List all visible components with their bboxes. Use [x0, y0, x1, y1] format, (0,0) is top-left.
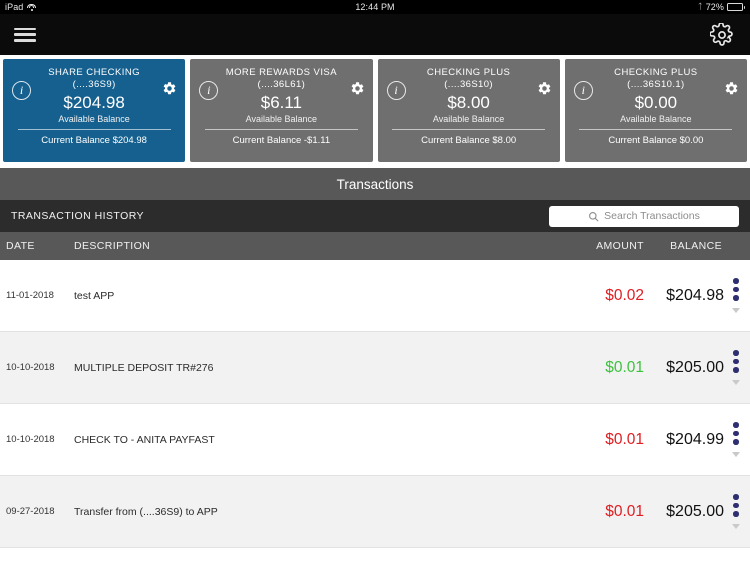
transaction-description: test APP	[74, 289, 115, 302]
table-row[interactable]: 11-01-2018 test APP $0.02 $204.98	[0, 260, 750, 332]
account-card-checking-plus-secondary[interactable]: i CHECKING PLUS (....36S10.1) $0.00 Avai…	[564, 59, 747, 162]
more-options-icon[interactable]	[728, 350, 750, 385]
transaction-history-bar: TRANSACTION HISTORY Search Transactions	[0, 200, 750, 232]
transaction-amount: $0.01	[605, 502, 644, 520]
account-name: SHARE CHECKING	[48, 67, 141, 78]
transaction-balance: $204.98	[666, 286, 724, 304]
transaction-history-label: TRANSACTION HISTORY	[11, 210, 145, 222]
ios-status-bar: iPad 12:44 PM ᛏ 72%	[0, 0, 750, 14]
search-icon	[589, 211, 599, 221]
gear-icon[interactable]	[537, 81, 552, 101]
current-balance-label: Current Balance $8.00	[421, 135, 517, 146]
hamburger-menu-icon[interactable]	[14, 27, 36, 43]
gear-icon[interactable]	[708, 21, 736, 49]
account-card-share-checking[interactable]: i SHARE CHECKING (....36S9) $204.98 Avai…	[3, 59, 186, 162]
account-name: MORE REWARDS VISA	[225, 67, 338, 78]
table-row[interactable]: 10-10-2018 CHECK TO - ANITA PAYFAST $0.0…	[0, 404, 750, 476]
account-cards-row: i SHARE CHECKING (....36S9) $204.98 Avai…	[0, 55, 750, 168]
transaction-balance: $205.00	[666, 502, 724, 520]
chevron-down-icon[interactable]	[732, 523, 740, 529]
transaction-description: Transfer from (....36S9) to APP	[74, 505, 218, 518]
available-balance-label: Available Balance	[620, 114, 692, 124]
current-balance-label: Current Balance -$1.11	[232, 135, 331, 146]
chevron-down-icon[interactable]	[732, 307, 740, 313]
account-number: (....36S9)	[72, 79, 116, 90]
info-icon[interactable]: i	[199, 81, 219, 100]
gear-icon[interactable]	[350, 81, 365, 101]
more-options-icon[interactable]	[728, 494, 750, 529]
current-balance-label: Current Balance $0.00	[608, 135, 704, 146]
column-header-date: DATE	[6, 240, 35, 252]
status-clock: 12:44 PM	[355, 2, 395, 12]
transaction-list[interactable]: 11-01-2018 test APP $0.02 $204.98 10-10-…	[0, 260, 750, 562]
top-navigation-bar	[0, 14, 750, 55]
info-icon[interactable]: i	[386, 81, 406, 100]
transaction-description: MULTIPLE DEPOSIT TR#276	[74, 361, 214, 374]
transaction-date: 09-27-2018	[6, 506, 55, 517]
transaction-date: 10-10-2018	[6, 362, 55, 373]
account-name: CHECKING PLUS	[614, 67, 698, 78]
account-number: (....36S10)	[444, 79, 493, 90]
account-card-checking-plus[interactable]: i CHECKING PLUS (....36S10) $8.00 Availa…	[377, 59, 560, 162]
transaction-balance: $204.99	[666, 430, 724, 448]
chevron-down-icon[interactable]	[732, 451, 740, 457]
more-options-icon[interactable]	[728, 422, 750, 457]
transaction-amount: $0.02	[605, 286, 644, 304]
account-card-more-rewards-visa[interactable]: i MORE REWARDS VISA (....36L61) $6.11 Av…	[190, 59, 373, 162]
available-amount: $0.00	[634, 93, 678, 112]
account-number: (....36S10.1)	[627, 79, 685, 90]
table-column-headers: DATE DESCRIPTION AMOUNT BALANCE	[0, 232, 750, 260]
available-balance-label: Available Balance	[245, 114, 318, 124]
table-row[interactable]: 09-27-2018 Transfer from (....36S9) to A…	[0, 476, 750, 548]
account-number: (....36L61)	[257, 79, 306, 90]
available-amount: $204.98	[63, 93, 125, 112]
page-title: Transactions	[0, 168, 750, 200]
available-amount: $8.00	[447, 93, 490, 112]
account-name: CHECKING PLUS	[426, 67, 511, 78]
gear-icon[interactable]	[724, 81, 739, 101]
transaction-amount: $0.01	[605, 358, 644, 376]
search-placeholder: Search Transactions	[604, 210, 700, 222]
table-row[interactable]: 10-10-2018 MULTIPLE DEPOSIT TR#276 $0.01…	[0, 332, 750, 404]
transaction-description: CHECK TO - ANITA PAYFAST	[74, 433, 215, 446]
search-input[interactable]: Search Transactions	[549, 205, 739, 227]
column-header-description: DESCRIPTION	[74, 240, 151, 252]
transaction-date: 11-01-2018	[6, 290, 54, 301]
more-options-icon[interactable]	[728, 278, 750, 313]
transaction-amount: $0.01	[605, 430, 644, 448]
available-balance-label: Available Balance	[432, 114, 505, 124]
transaction-date: 10-10-2018	[6, 434, 55, 445]
info-icon[interactable]: i	[12, 81, 31, 100]
transaction-balance: $205.00	[666, 358, 724, 376]
info-icon[interactable]: i	[573, 81, 593, 100]
available-amount: $6.11	[260, 93, 303, 112]
column-header-amount: AMOUNT	[596, 240, 644, 252]
chevron-down-icon[interactable]	[732, 379, 740, 385]
gear-icon[interactable]	[162, 81, 177, 101]
current-balance-label: Current Balance $204.98	[41, 135, 147, 146]
column-header-balance: BALANCE	[670, 240, 722, 252]
app-root: iPad 12:44 PM ᛏ 72% i SHARE CHECKING (..…	[0, 0, 750, 562]
available-balance-label: Available Balance	[58, 114, 130, 124]
